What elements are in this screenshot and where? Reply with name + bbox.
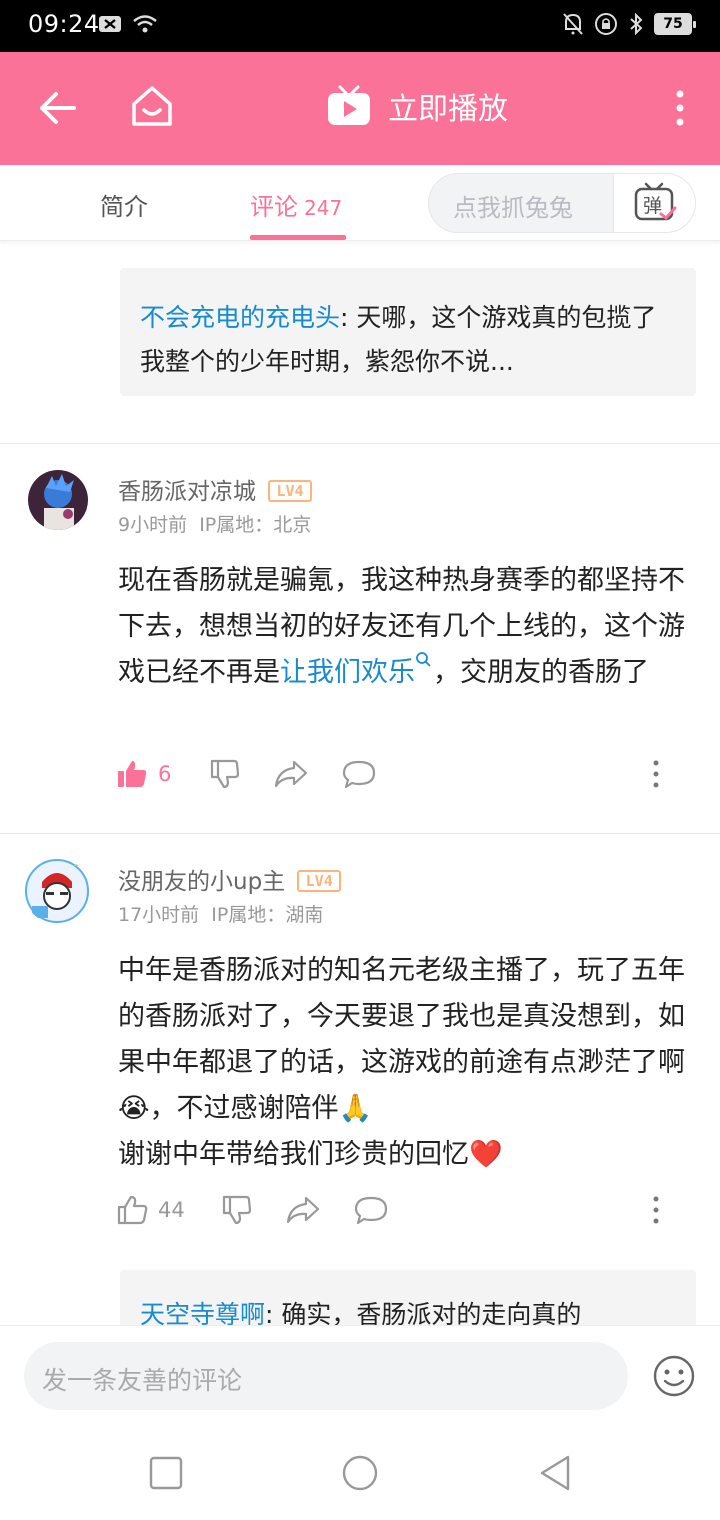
play-now-label: 立即播放 (388, 92, 508, 127)
status-time: 09:24 (28, 10, 100, 38)
danmaku-bar: 点我抓兔兔 弹 (428, 173, 696, 233)
comment-text: 现在香肠就是骗氪，我这种热身赛季的都坚持不下去，想想当初的好友还有几个上线的，这… (118, 565, 685, 688)
back-triangle-icon[interactable] (536, 1453, 576, 1493)
home-icon[interactable] (128, 82, 176, 130)
heart-emoji: ❤️ (469, 1139, 503, 1170)
comment-input[interactable]: 发一条友善的评论 (24, 1342, 628, 1410)
comment-compose-bar: 发一条友善的评论 (0, 1325, 720, 1425)
play-now-button[interactable]: 立即播放 (326, 84, 508, 128)
reply-username[interactable]: 天空寺尊啊 (140, 1300, 265, 1326)
tab-intro[interactable]: 简介 (100, 187, 148, 222)
avatar[interactable] (28, 470, 88, 530)
divider (0, 443, 720, 444)
reply-bubble-icon[interactable] (342, 758, 376, 790)
danmaku-input[interactable]: 点我抓兔兔 (453, 188, 573, 223)
reply-username[interactable]: 不会充电的充电头 (140, 303, 340, 332)
comment-more-icon[interactable] (646, 1194, 666, 1226)
search-keyword-link[interactable]: 让我们欢乐 (280, 652, 433, 688)
comment-actions: 6 (116, 758, 686, 798)
tv-play-icon (328, 85, 370, 125)
system-navigation-bar (0, 1425, 720, 1520)
tab-comments-label: 评论 (250, 193, 298, 221)
more-vertical-icon[interactable] (668, 88, 692, 128)
active-tab-indicator (250, 235, 346, 240)
crying-emoji: 😭 (118, 1093, 150, 1124)
reply-bubble-icon[interactable] (354, 1194, 388, 1226)
reply-text: 确实，香肠派对的走向真的 (281, 1300, 582, 1326)
emoji-icon[interactable] (652, 1354, 696, 1398)
back-arrow-icon[interactable] (36, 86, 80, 130)
avatar[interactable] (24, 858, 90, 924)
tab-comments[interactable]: 评论 247 (250, 187, 342, 222)
comment-ip: IP属地：北京 (199, 514, 312, 536)
thumbs-up-filled-icon (118, 761, 147, 787)
comment-more-icon[interactable] (646, 758, 666, 790)
like-count: 6 (158, 762, 172, 786)
search-icon (416, 652, 431, 667)
comment-time: 17小时前 (118, 904, 200, 926)
top-app-bar: 立即播放 (0, 52, 720, 165)
reply-preview-box[interactable]: 天空寺尊啊: 确实，香肠派对的走向真的 (120, 1270, 696, 1326)
danmaku-icon: 弹 (634, 182, 676, 221)
thumbs-down-icon[interactable] (208, 758, 240, 790)
comment-actions: 44 (116, 1194, 686, 1234)
like-button[interactable]: 6 (116, 758, 171, 790)
divider (0, 833, 720, 834)
status-bar: 09:24 75 (0, 0, 720, 52)
bluetooth-icon (630, 12, 643, 36)
like-button[interactable]: 44 (116, 1194, 185, 1226)
home-circle-icon[interactable] (340, 1453, 380, 1493)
level-badge: LV4 (297, 870, 342, 892)
reply-preview-box[interactable]: 不会充电的充电头: 天哪，这个游戏真的包揽了我整个的少年时期，紫怨你不说... (120, 268, 696, 396)
level-badge: LV4 (268, 480, 312, 502)
battery-indicator: 75 (654, 13, 696, 35)
danmaku-icon-label: 弹 (643, 195, 662, 217)
wifi-icon (133, 15, 157, 33)
notification-icon (99, 16, 121, 32)
lock-rotation-icon (595, 13, 617, 35)
comment-username[interactable]: 没朋友的小up主 (118, 869, 285, 895)
share-icon[interactable] (286, 1194, 320, 1226)
comment-ip: IP属地：湖南 (211, 904, 324, 926)
share-icon[interactable] (274, 758, 308, 790)
comment-text: 中年是香肠派对的知名元老级主播了，玩了五年的香肠派对了，今天要退了我也是真没想到… (118, 955, 685, 1170)
like-count: 44 (158, 1198, 185, 1222)
tab-bar: 简介 评论 247 点我抓兔兔 弹 (0, 165, 720, 241)
pray-emoji: 🙏 (338, 1093, 373, 1124)
comment-username[interactable]: 香肠派对凉城 (118, 479, 256, 505)
danmaku-toggle-button[interactable]: 弹 (613, 174, 695, 232)
thumbs-up-icon (117, 1195, 148, 1225)
mute-bell-icon (563, 13, 583, 35)
tab-comments-count: 247 (304, 196, 343, 220)
thumbs-down-icon[interactable] (220, 1194, 252, 1226)
comment-time: 9小时前 (118, 514, 188, 536)
recent-apps-icon[interactable] (146, 1453, 186, 1493)
